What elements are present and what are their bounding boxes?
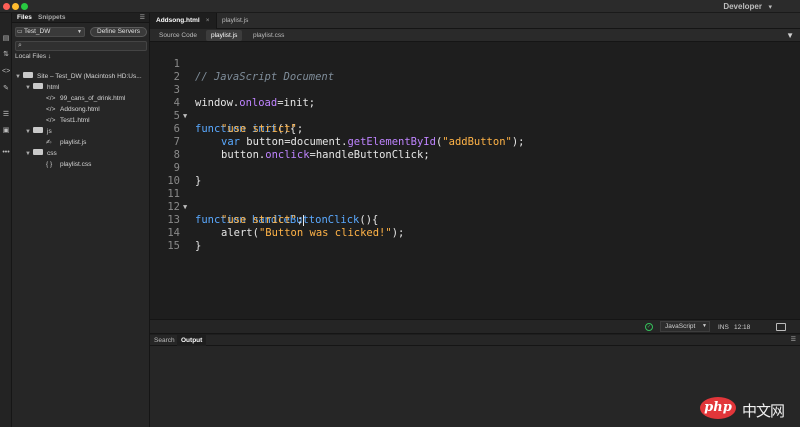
document-tabs: Addsong.html × playlist.js: [150, 13, 800, 29]
tree-file[interactable]: { } playlist.css: [46, 160, 91, 170]
folder-icon: [33, 149, 43, 156]
file-management-icon[interactable]: ⇅: [2, 51, 10, 59]
chevron-down-icon[interactable]: ▼: [25, 127, 33, 137]
site-select-value: Test_DW: [24, 28, 51, 35]
panel-tabs: Files Snippets ☰: [12, 13, 149, 23]
tree-folder-js[interactable]: ▼ js: [25, 127, 52, 137]
code-line: 12 "use strict";: [167, 201, 305, 226]
code-line: 14 }: [167, 227, 202, 252]
tree-site-root[interactable]: ▼ Site – Test_DW (Macintosh HD:Us...: [15, 72, 142, 82]
css-file-icon: { }: [46, 161, 53, 168]
tab-search[interactable]: Search: [150, 335, 179, 346]
workspace-switcher[interactable]: Developer: [723, 2, 762, 11]
tree-folder-html[interactable]: ▼ html: [25, 83, 59, 93]
site-select[interactable]: ▭ Test_DW ▼: [15, 27, 85, 37]
tree-file[interactable]: </> 99_cans_of_drink.html: [46, 94, 125, 104]
panel-menu-icon[interactable]: ☰: [140, 14, 145, 21]
zoom-window-button[interactable]: [21, 3, 28, 10]
tree-file[interactable]: </> Test1.html: [46, 116, 90, 126]
related-playlist-css[interactable]: playlist.css: [248, 30, 289, 41]
cursor-position: 12:18: [734, 324, 751, 331]
code-line: 3 window.onload=init;: [173, 84, 316, 109]
search-icon: ⌕: [18, 42, 22, 49]
title-bar: Developer ▾: [0, 0, 800, 13]
linting-ok-icon[interactable]: ✓: [645, 323, 653, 331]
code-line: 1 // JavaScript Document: [173, 58, 335, 83]
tree-file[interactable]: </> Addsong.html: [46, 105, 100, 115]
files-search-input[interactable]: ⌕: [15, 41, 147, 51]
code-collapse-icon[interactable]: ▣: [2, 127, 10, 135]
code-line: 7 button.onclick=handleButtonClick;: [173, 136, 430, 161]
close-icon[interactable]: ×: [206, 17, 210, 24]
html-file-icon: </>: [46, 106, 56, 113]
chevron-down-icon[interactable]: ▾: [768, 3, 772, 11]
code-line: 10: [167, 175, 180, 187]
sort-arrow-icon: ↓: [47, 53, 52, 60]
tab-snippets[interactable]: Snippets: [38, 14, 65, 21]
panel-menu-icon[interactable]: ☰: [791, 336, 796, 343]
folder-icon: [23, 72, 33, 79]
format-source-icon[interactable]: ☰: [2, 111, 10, 119]
chevron-down-icon: ▼: [702, 323, 707, 329]
left-toolbar: ▤ ⇅ <> ✎ ☰ ▣ •••: [0, 13, 12, 427]
define-servers-button[interactable]: Define Servers: [90, 27, 147, 37]
html-file-icon: </>: [46, 117, 56, 124]
filter-icon[interactable]: ▼: [786, 31, 794, 40]
wrap-tag-icon[interactable]: <>: [2, 68, 10, 76]
chevron-down-icon[interactable]: ▼: [15, 72, 23, 82]
code-line: 8: [173, 149, 180, 161]
pencil-icon[interactable]: ✎: [2, 85, 10, 93]
code-line: 9 }: [173, 162, 202, 187]
tab-addsong-html[interactable]: Addsong.html ×: [150, 13, 217, 29]
code-line: 6 var button=document.getElementById("ad…: [173, 123, 525, 148]
real-time-preview-icon[interactable]: [776, 323, 786, 331]
output-panel-tabs: Search Output ☰: [150, 335, 800, 346]
chevron-down-icon: ▼: [77, 29, 82, 35]
site-icon: ▭: [17, 29, 23, 35]
status-bar: ✓ JavaScript ▼ INS 12:18: [150, 319, 800, 334]
related-playlist-js[interactable]: playlist.js: [206, 30, 243, 41]
chevron-down-icon[interactable]: ▼: [25, 149, 33, 159]
chevron-down-icon[interactable]: ▼: [25, 83, 33, 93]
local-files-header[interactable]: Local Files ↓: [15, 53, 51, 60]
watermark-text: 中文网: [742, 402, 785, 420]
tree-file[interactable]: ✍ playlist.js: [46, 138, 86, 148]
html-file-icon: </>: [46, 95, 56, 102]
php-logo: php: [700, 397, 736, 419]
open-documents-icon[interactable]: ▤: [2, 35, 10, 43]
folder-icon: [33, 127, 43, 134]
js-file-icon: ✍: [46, 139, 52, 146]
tree-folder-css[interactable]: ▼ css: [25, 149, 57, 159]
code-line: 5 "use strict";: [173, 110, 304, 135]
code-line: 13 alert("Button was clicked!");: [167, 214, 405, 239]
related-files-bar: Source Code playlist.js playlist.css ▼: [150, 29, 800, 42]
output-panel: [150, 346, 800, 427]
code-line: 15: [167, 240, 180, 252]
minimize-window-button[interactable]: [12, 3, 19, 10]
code-editor[interactable]: 1 // JavaScript Document 2 3 window.onlo…: [150, 42, 800, 319]
tab-files[interactable]: Files: [17, 14, 32, 21]
insert-mode: INS: [718, 324, 729, 331]
tab-playlist-js[interactable]: playlist.js: [216, 13, 254, 29]
code-line: 4 ▼ function init(){: [173, 97, 297, 135]
close-window-button[interactable]: [3, 3, 10, 10]
tab-output[interactable]: Output: [177, 335, 207, 346]
code-line: 2: [173, 71, 180, 83]
folder-icon: [33, 83, 43, 90]
files-panel: Files Snippets ☰ ▭ Test_DW ▼ Define Serv…: [12, 13, 150, 427]
more-tools-icon[interactable]: •••: [2, 149, 10, 157]
code-line: 11 ▼ function handleButtonClick(){: [167, 188, 379, 226]
related-source-code[interactable]: Source Code: [154, 30, 202, 41]
